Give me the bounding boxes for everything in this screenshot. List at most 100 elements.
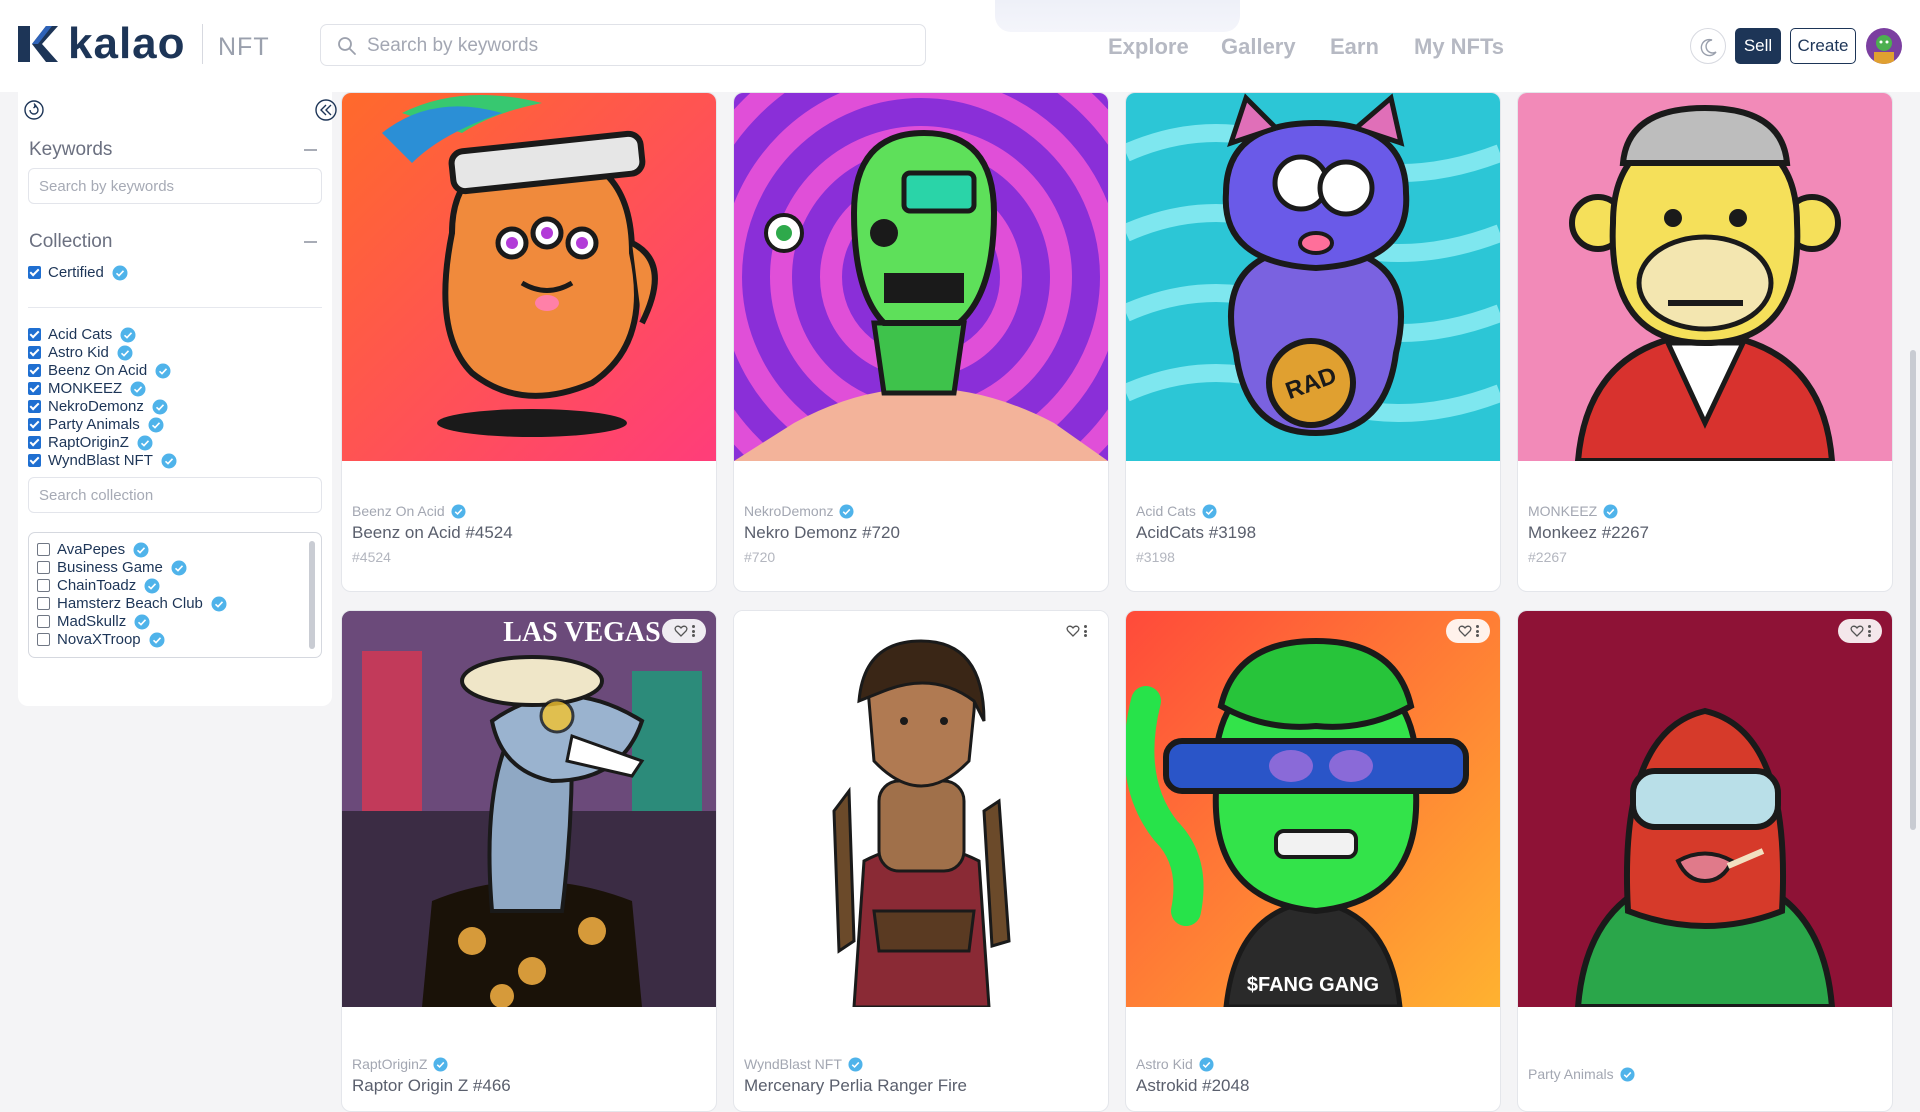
collection-search-input[interactable]	[28, 477, 322, 513]
collection-filter-item[interactable]: Party Animals	[28, 416, 164, 433]
nft-image[interactable]: RAD	[1126, 93, 1500, 461]
heart-icon[interactable]	[673, 624, 688, 638]
refresh-icon[interactable]	[22, 98, 46, 122]
certified-filter[interactable]: Certified	[28, 264, 128, 281]
heart-icon[interactable]	[1065, 624, 1080, 638]
collection-filter-label: Business Game	[57, 559, 163, 576]
more-options-icon[interactable]	[1867, 625, 1871, 637]
collection-filter-item[interactable]: ChainToadz	[37, 577, 160, 594]
checkbox-unchecked[interactable]	[37, 561, 50, 574]
sell-button[interactable]: Sell	[1735, 28, 1781, 64]
nft-image[interactable]	[1518, 93, 1892, 461]
nft-card[interactable]: NekroDemonz Nekro Demonz #720 #720	[733, 92, 1109, 592]
verified-badge-icon	[161, 453, 177, 468]
collection-filter-item[interactable]: Hamsterz Beach Club	[37, 595, 227, 612]
checkbox-unchecked[interactable]	[37, 543, 50, 556]
nft-image[interactable]	[1518, 611, 1892, 1007]
card-actions	[1446, 619, 1490, 643]
card-nft-name[interactable]: Raptor Origin Z #466	[352, 1076, 511, 1096]
collection-filter-item[interactable]: MadSkullz	[37, 613, 150, 630]
collapse-keywords-icon[interactable]	[304, 149, 317, 151]
checkbox-checked[interactable]	[28, 346, 41, 359]
collection-filter-item[interactable]: AvaPepes	[37, 541, 149, 558]
card-nft-name[interactable]: Monkeez #2267	[1528, 523, 1649, 543]
collection-filter-item[interactable]: RaptOriginZ	[28, 434, 153, 451]
card-nft-name[interactable]: Mercenary Perlia Ranger Fire	[744, 1076, 967, 1096]
kalao-logo[interactable]: kalao	[16, 22, 186, 66]
checkbox-unchecked[interactable]	[37, 579, 50, 592]
collapse-sidebar-icon[interactable]	[314, 98, 338, 122]
checkbox-checked[interactable]	[28, 266, 41, 279]
nft-image[interactable]	[342, 93, 716, 461]
more-options-icon[interactable]	[691, 625, 695, 637]
nft-card[interactable]: Beenz On Acid Beenz on Acid #4524 #4524	[341, 92, 717, 592]
checkbox-unchecked[interactable]	[37, 615, 50, 628]
user-avatar[interactable]	[1866, 28, 1902, 64]
heart-icon[interactable]	[1457, 624, 1472, 638]
theme-toggle[interactable]	[1690, 28, 1726, 64]
nft-card[interactable]: WyndBlast NFT Mercenary Perlia Ranger Fi…	[733, 610, 1109, 1112]
collections-scrollbar[interactable]	[309, 541, 315, 649]
nav-explore[interactable]: Explore	[1108, 34, 1189, 60]
card-collection[interactable]: WyndBlast NFT	[744, 1056, 863, 1072]
nft-card[interactable]: Party Animals	[1517, 610, 1893, 1112]
nft-card[interactable]: $FANG GANG Astro Kid Astrokid #2048	[1125, 610, 1501, 1112]
collection-filter-item[interactable]: Business Game	[37, 559, 187, 576]
card-actions	[662, 619, 706, 643]
collection-filter-item[interactable]: Beenz On Acid	[28, 362, 171, 379]
sidebar-divider	[28, 307, 322, 308]
nft-card[interactable]: RAD Acid Cats AcidCats #3198 #3198	[1125, 92, 1501, 592]
collection-section-title: Collection	[29, 231, 113, 252]
checkbox-checked[interactable]	[28, 418, 41, 431]
checkbox-checked[interactable]	[28, 364, 41, 377]
checkbox-checked[interactable]	[28, 382, 41, 395]
nav-my-nfts[interactable]: My NFTs	[1414, 34, 1504, 60]
nav-gallery[interactable]: Gallery	[1221, 34, 1296, 60]
collection-filter-item[interactable]: Astro Kid	[28, 344, 133, 361]
keywords-filter-input[interactable]	[28, 168, 322, 204]
checkbox-checked[interactable]	[28, 400, 41, 413]
card-collection[interactable]: Acid Cats	[1136, 503, 1217, 519]
heart-icon[interactable]	[1849, 624, 1864, 638]
card-collection-name: Astro Kid	[1136, 1056, 1193, 1072]
page-scrollbar[interactable]	[1910, 350, 1916, 830]
card-nft-name[interactable]: AcidCats #3198	[1136, 523, 1256, 543]
checkbox-checked[interactable]	[28, 454, 41, 467]
beenz-art	[342, 93, 716, 461]
collection-filter-item[interactable]: NovaXTroop	[37, 631, 165, 648]
checkbox-unchecked[interactable]	[37, 633, 50, 646]
collection-filter-label: AvaPepes	[57, 541, 126, 558]
collection-filter-item[interactable]: MONKEEZ	[28, 380, 146, 397]
more-options-icon[interactable]	[1475, 625, 1479, 637]
nft-card[interactable]: LAS VEGAS RaptOriginZ Raptor Origin Z #4…	[341, 610, 717, 1112]
card-collection[interactable]: Astro Kid	[1136, 1056, 1214, 1072]
global-search-input[interactable]	[365, 25, 909, 67]
collection-filter-item[interactable]: Acid Cats	[28, 326, 136, 343]
nft-image[interactable]	[734, 93, 1108, 461]
card-nft-name[interactable]: Beenz on Acid #4524	[352, 523, 513, 543]
create-button[interactable]: Create	[1790, 28, 1856, 64]
checkbox-checked[interactable]	[28, 328, 41, 341]
more-options-icon[interactable]	[1083, 625, 1087, 637]
nft-image[interactable]: LAS VEGAS	[342, 611, 716, 1007]
card-collection[interactable]: Beenz On Acid	[352, 503, 466, 519]
card-collection[interactable]: RaptOriginZ	[352, 1056, 448, 1072]
collection-filter-item[interactable]: NekroDemonz	[28, 398, 168, 415]
nft-card[interactable]: MONKEEZ Monkeez #2267 #2267	[1517, 92, 1893, 592]
card-collection[interactable]: NekroDemonz	[744, 503, 855, 519]
nav-earn[interactable]: Earn	[1330, 34, 1379, 60]
card-nft-name[interactable]: Nekro Demonz #720	[744, 523, 900, 543]
card-nft-name[interactable]: Astrokid #2048	[1136, 1076, 1249, 1096]
verified-badge-icon	[433, 1056, 448, 1072]
logo-subtitle: NFT	[218, 33, 270, 61]
nft-image[interactable]: $FANG GANG	[1126, 611, 1500, 1007]
search-icon	[338, 37, 356, 55]
card-collection[interactable]: MONKEEZ	[1528, 503, 1618, 519]
collection-filter-item[interactable]: WyndBlast NFT	[28, 452, 177, 469]
nekro-art	[734, 93, 1108, 461]
nft-image[interactable]	[734, 611, 1108, 1007]
checkbox-unchecked[interactable]	[37, 597, 50, 610]
checkbox-checked[interactable]	[28, 436, 41, 449]
collapse-collection-icon[interactable]	[304, 241, 317, 243]
verified-badge-icon	[149, 632, 165, 647]
